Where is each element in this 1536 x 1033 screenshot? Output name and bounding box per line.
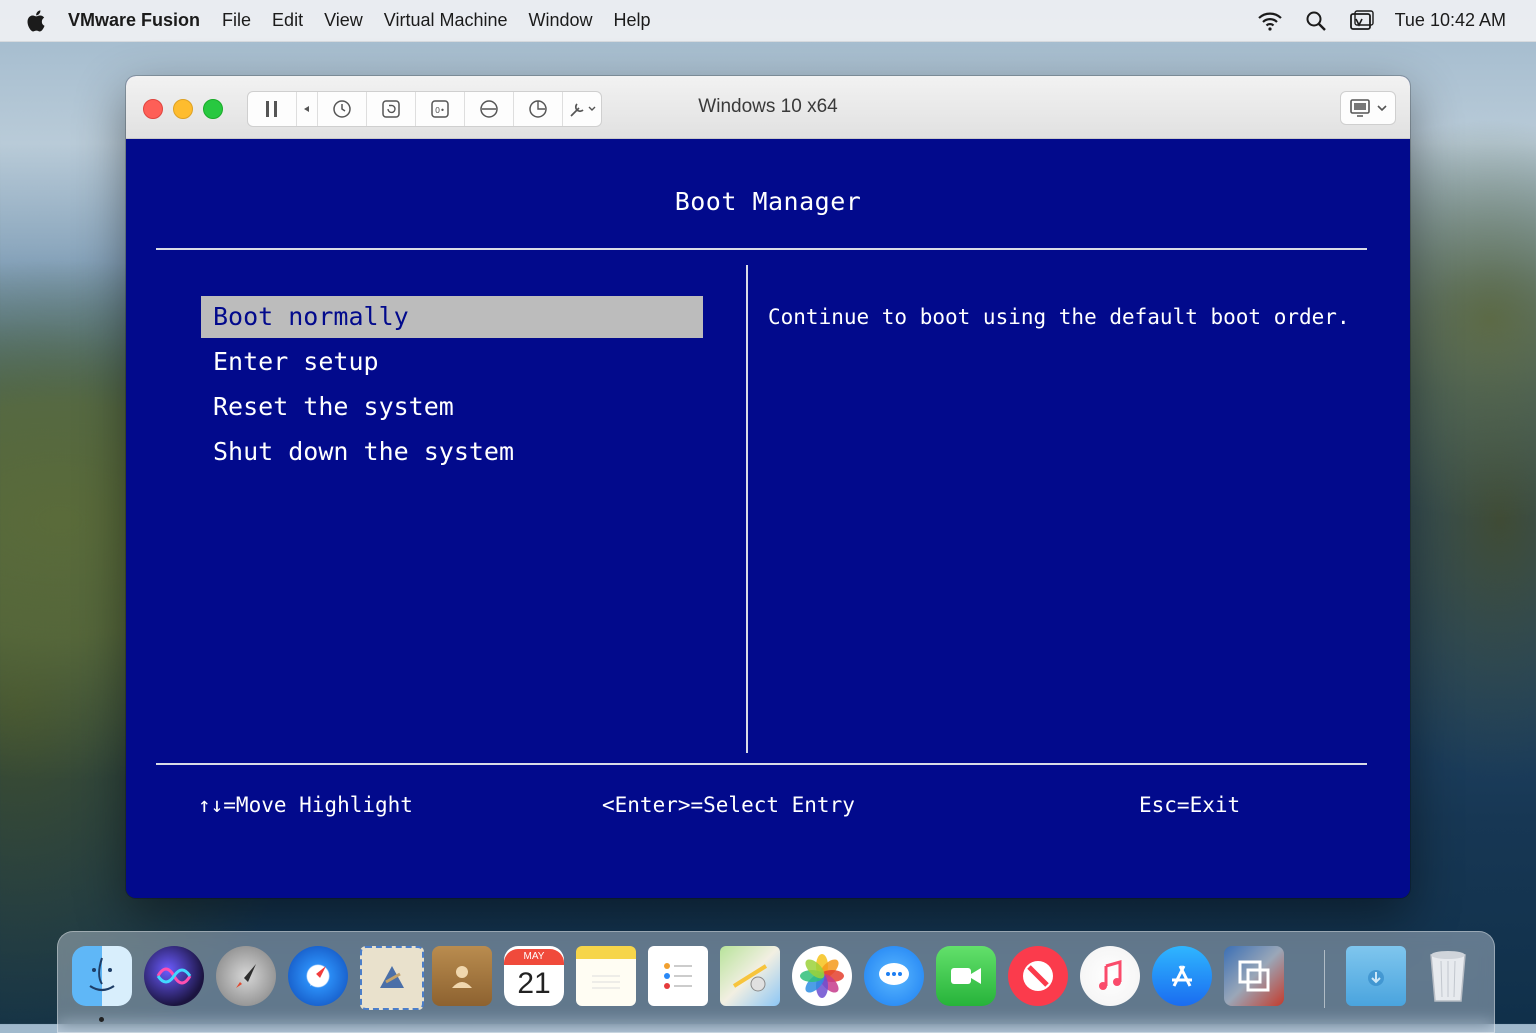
menu-bar: VMware Fusion File Edit View Virtual Mac… [0, 0, 1536, 42]
music-icon[interactable] [1080, 946, 1140, 1006]
app-menu[interactable]: VMware Fusion [68, 10, 200, 31]
siri-icon[interactable] [144, 946, 204, 1006]
facetime-icon[interactable] [936, 946, 996, 1006]
vm-window: 0• Windows 10 x64 Boot Manager Boot norm… [126, 76, 1410, 898]
calendar-day: 21 [517, 967, 551, 1000]
boot-normally-option[interactable]: Boot normally [201, 296, 703, 338]
dock: MAY 21 [57, 931, 1495, 1033]
menu-window[interactable]: Window [529, 10, 593, 31]
calendar-month: MAY [504, 949, 564, 965]
news-icon[interactable] [1008, 946, 1068, 1006]
reminders-icon[interactable] [648, 946, 708, 1006]
display-icon [1350, 99, 1370, 117]
contacts-icon[interactable] [432, 946, 492, 1006]
wifi-icon[interactable] [1257, 10, 1283, 32]
footer-move-hint: ↑↓=Move Highlight [198, 793, 413, 817]
menubar-clock[interactable]: Tue 10:42 AM [1395, 10, 1506, 31]
enter-setup-option[interactable]: Enter setup [201, 341, 703, 383]
bottom-divider [156, 763, 1367, 765]
vmware-fusion-icon[interactable] [1224, 946, 1284, 1006]
menu-file[interactable]: File [222, 10, 251, 31]
entry-description: Continue to boot using the default boot … [768, 305, 1350, 329]
calendar-icon[interactable]: MAY 21 [504, 946, 564, 1006]
notes-icon[interactable] [576, 946, 636, 1006]
mail-icon[interactable] [360, 946, 424, 1010]
downloads-folder-icon[interactable] [1346, 946, 1406, 1006]
maps-icon[interactable] [720, 946, 780, 1006]
boot-manager-title: Boot Manager [674, 187, 862, 216]
finder-running-dot [99, 1017, 104, 1022]
trash-icon[interactable] [1418, 946, 1478, 1006]
reset-system-option[interactable]: Reset the system [201, 386, 703, 428]
dock-separator [1324, 950, 1325, 1008]
top-divider [156, 248, 1367, 250]
window-titlebar[interactable]: 0• Windows 10 x64 [126, 76, 1410, 139]
safari-icon[interactable] [288, 946, 348, 1006]
boot-menu: Boot normally Enter setup Reset the syst… [201, 296, 703, 476]
display-menu-button[interactable] [1340, 91, 1396, 125]
menu-edit[interactable]: Edit [272, 10, 303, 31]
chevron-down-icon [1377, 105, 1387, 112]
bios-screen[interactable]: Boot Manager Boot normally Enter setup R… [126, 139, 1410, 898]
photos-icon[interactable] [792, 946, 852, 1006]
menu-help[interactable]: Help [614, 10, 651, 31]
apple-icon[interactable] [26, 9, 46, 32]
messages-icon[interactable] [864, 946, 924, 1006]
vmware-status-icon[interactable] [1349, 9, 1375, 32]
app-store-icon[interactable] [1152, 946, 1212, 1006]
finder-icon[interactable] [72, 946, 132, 1006]
vertical-divider [746, 265, 748, 753]
window-title: Windows 10 x64 [698, 96, 838, 117]
menu-view[interactable]: View [324, 10, 363, 31]
spotlight-search-icon[interactable] [1303, 10, 1329, 32]
shut-down-option[interactable]: Shut down the system [201, 431, 703, 473]
menu-virtual-machine[interactable]: Virtual Machine [384, 10, 508, 31]
footer-select-hint: <Enter>=Select Entry [602, 793, 855, 817]
launchpad-icon[interactable] [216, 946, 276, 1006]
footer-exit-hint: Esc=Exit [1139, 793, 1241, 817]
